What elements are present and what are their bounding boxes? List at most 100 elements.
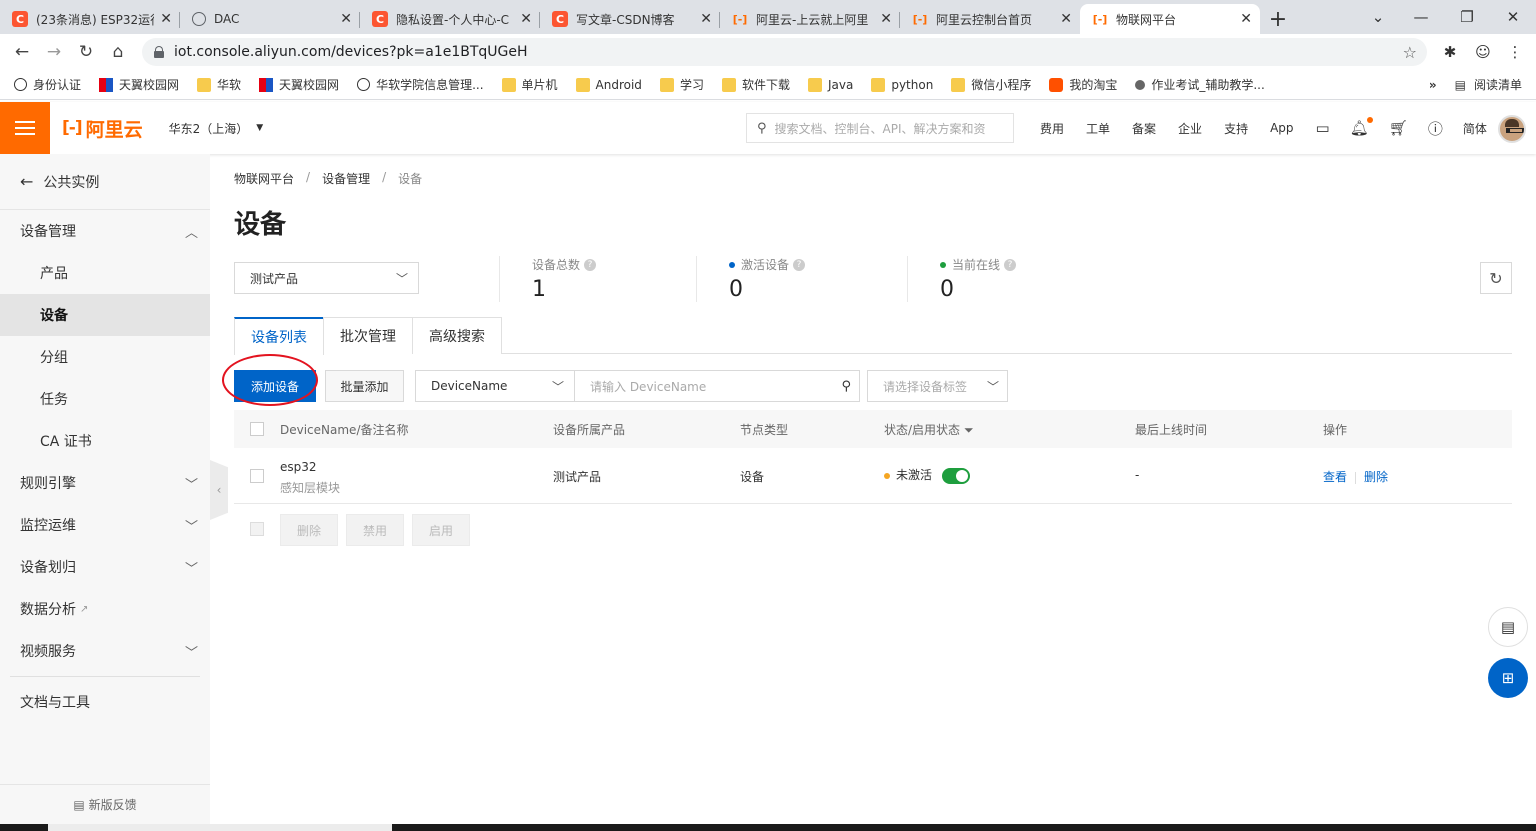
sidebar-collapse-handle[interactable]: ‹ [210,460,228,520]
close-tab-icon[interactable]: ✕ [340,11,352,27]
close-tab-icon[interactable]: ✕ [1060,11,1072,27]
reload-icon[interactable]: ↻ [70,36,102,68]
close-tab-icon[interactable]: ✕ [520,11,532,27]
reading-list[interactable]: 阅读清单 [1474,76,1522,93]
maximize-icon[interactable]: ❐ [1444,0,1490,34]
row-checkbox[interactable] [250,469,264,483]
browser-tab[interactable]: DAC ✕ [180,4,360,34]
bell-icon[interactable]: 🔔︎ [1350,117,1373,137]
browser-tab[interactable]: [-] 阿里云控制台首页 ✕ [900,4,1080,34]
minimize-icon[interactable]: — [1398,0,1444,34]
taskbar-search[interactable] [48,824,392,831]
device-name-search-input[interactable]: 请输入 DeviceName ⚲ [574,370,860,402]
nav-support[interactable]: 支持 [1224,120,1248,137]
breadcrumb-item[interactable]: 设备管理 [322,170,370,187]
browser-tab[interactable]: C (23条消息) ESP32运行 ✕ [0,4,180,34]
bookmark[interactable]: 天翼校园网 [99,76,179,93]
tab-advanced-search[interactable]: 高级搜索 [412,317,502,354]
help-icon[interactable]: ? [584,258,597,271]
terminal-icon[interactable]: ▭ [1316,119,1330,137]
device-name-link[interactable]: esp32 [280,460,317,474]
language-switch[interactable]: 简体 [1463,120,1487,137]
sidebar-item-ca-certs[interactable]: CA 证书 [0,420,210,462]
bookmark-folder[interactable]: 学习 [659,76,704,93]
sidebar-item-monitoring[interactable]: 监控运维 ﹀ [0,504,210,546]
cart-icon[interactable]: 🛒︎ [1389,119,1408,137]
sidebar-item-rule-engine[interactable]: 规则引擎 ﹀ [0,462,210,504]
forward-icon[interactable]: → [38,36,70,68]
new-tab-icon[interactable]: + [1260,4,1296,34]
bulk-delete-button[interactable]: 删除 [280,514,338,546]
bookmark-folder[interactable]: 微信小程序 [951,76,1031,93]
delete-link[interactable]: 删除 [1364,470,1388,484]
sidebar-item-tasks[interactable]: 任务 [0,378,210,420]
product-select[interactable]: 测试产品 ﹀ [234,262,419,294]
console-search-input[interactable]: ⚲ 搜索文档、控制台、API、解决方案和资 [746,113,1014,143]
device-tag-select[interactable]: 请选择设备标签 ﹀ [867,370,1008,402]
enable-toggle[interactable] [942,467,971,484]
close-tab-icon[interactable]: ✕ [880,11,892,27]
tab-search-icon[interactable]: ⌄ [1355,0,1401,34]
tab-batch-management[interactable]: 批次管理 [323,317,413,354]
search-field-select[interactable]: DeviceName ﹀ [415,370,575,402]
bookmark-folder[interactable]: python [871,77,933,92]
bookmark[interactable]: 我的淘宝 [1049,76,1117,93]
bookmark-folder[interactable]: Java [807,77,853,92]
browser-tab[interactable]: C 写文章-CSDN博客 ✕ [540,4,720,34]
browser-tab[interactable]: C 隐私设置-个人中心-C ✕ [360,4,540,34]
profile-icon[interactable]: ☺ [1468,34,1498,70]
help-icon[interactable]: ? [1004,258,1017,271]
bulk-enable-button[interactable]: 启用 [412,514,470,546]
url-field[interactable]: iot.console.aliyun.com/devices?pk=a1e1BT… [142,38,1427,66]
bookmarks-more[interactable]: » [1429,78,1437,92]
bookmark[interactable]: 天翼校园网 [259,76,339,93]
bookmark-folder[interactable]: 软件下载 [721,76,790,93]
browser-menu-icon[interactable]: ⋮ [1500,34,1530,70]
bookmark-folder[interactable]: 单片机 [501,76,558,93]
close-tab-icon[interactable]: ✕ [700,11,712,27]
view-link[interactable]: 查看 [1323,470,1347,484]
nav-tickets[interactable]: 工单 [1086,120,1110,137]
tab-device-list[interactable]: 设备列表 [234,317,324,355]
sidebar-item-docs-tools[interactable]: 文档与工具 [0,681,210,723]
bulk-disable-button[interactable]: 禁用 [346,514,404,546]
sidebar-item-video-service[interactable]: 视频服务 ﹀ [0,630,210,672]
browser-tab[interactable]: [-] 阿里云-上云就上阿里 ✕ [720,4,900,34]
back-icon[interactable]: ← [6,36,38,68]
sidebar-item-groups[interactable]: 分组 [0,336,210,378]
browser-tab-active[interactable]: [-] 物联网平台 ✕ [1080,4,1260,34]
nav-icp[interactable]: 备案 [1132,120,1156,137]
bookmark[interactable]: 华软学院信息管理... [357,76,484,93]
help-icon[interactable]: ? [793,258,806,271]
bookmark-folder[interactable]: 华软 [197,76,241,93]
nav-app[interactable]: App [1270,121,1293,135]
feedback-button[interactable]: ▤ 新版反馈 [0,784,210,824]
bulk-select-checkbox[interactable] [250,522,264,536]
avatar[interactable] [1498,115,1526,143]
add-device-button[interactable]: 添加设备 [234,370,316,402]
select-all-checkbox[interactable] [250,422,264,436]
aliyun-logo[interactable]: [-] 阿里云 [62,115,143,142]
refresh-icon[interactable]: ↻ [1480,262,1512,294]
back-to-public-instance[interactable]: ← 公共实例 [0,154,210,210]
search-icon[interactable]: ⚲ [841,379,851,394]
help-icon[interactable]: ⓘ [1428,118,1443,139]
close-tab-icon[interactable]: ✕ [1240,11,1252,27]
close-tab-icon[interactable]: ✕ [160,11,172,27]
nav-enterprise[interactable]: 企业 [1178,120,1202,137]
nav-billing[interactable]: 费用 [1040,120,1064,137]
filter-icon[interactable]: ⏷ [964,423,974,437]
bookmark-folder[interactable]: Android [575,77,642,92]
extensions-icon[interactable]: ✱ [1435,34,1465,70]
window-close-icon[interactable]: ✕ [1490,0,1536,34]
breadcrumb-item[interactable]: 物联网平台 [234,170,294,187]
bookmark-star-icon[interactable]: ☆ [1403,43,1417,62]
sidebar-item-data-analysis[interactable]: 数据分析 ↗ [0,588,210,630]
home-icon[interactable]: ⌂ [102,36,134,68]
apps-icon[interactable]: ⊞ [1488,658,1528,698]
chat-icon[interactable]: ▤ [1488,607,1528,647]
sidebar-item-devices[interactable]: 设备 [0,294,210,336]
sidebar-item-products[interactable]: 产品 [0,252,210,294]
bookmark[interactable]: 作业考试_辅助教学... [1135,76,1265,93]
sidebar-item-device-management[interactable]: 设备管理 ︿ [0,210,210,252]
